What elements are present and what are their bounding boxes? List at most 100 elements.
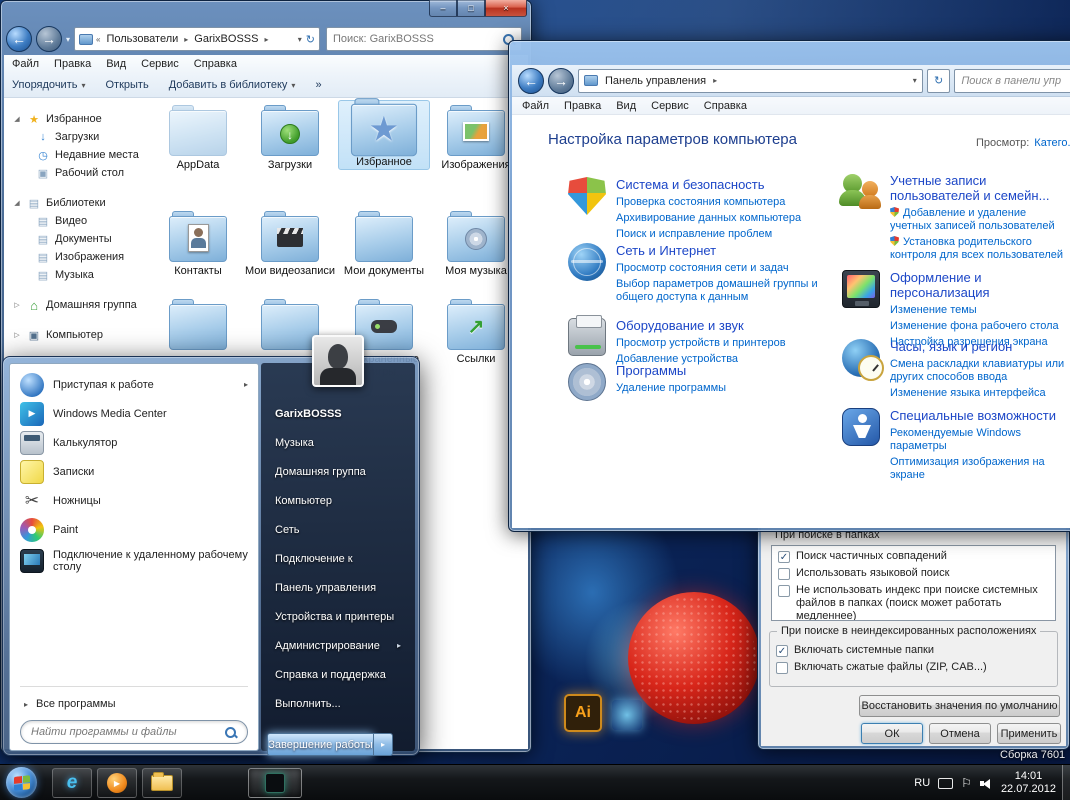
- view-by-value[interactable]: Катего...: [1034, 137, 1070, 149]
- category-link[interactable]: Проверка состояния компьютера: [616, 196, 801, 209]
- category-title[interactable]: Оформление и персонализация: [890, 270, 1068, 300]
- category-link[interactable]: Выбор параметров домашней группы и общег…: [616, 278, 826, 304]
- menu-file[interactable]: Файл: [12, 58, 39, 70]
- apply-button[interactable]: Применить: [997, 723, 1061, 744]
- sidebar-item-desktop[interactable]: ▣ Рабочий стол: [36, 164, 152, 182]
- sidebar-item-computer[interactable]: ▷ ▣ Компьютер: [12, 326, 152, 344]
- maximize-button[interactable]: □: [457, 0, 485, 17]
- start-item-sticky-notes[interactable]: Записки: [14, 457, 254, 486]
- checkbox-row-no-index[interactable]: Не использовать индекс при поиске систем…: [772, 580, 1055, 620]
- start-item-devices-printers[interactable]: Устройства и принтеры: [261, 602, 415, 631]
- category-title[interactable]: Система и безопасность: [616, 177, 801, 192]
- history-dropdown-icon[interactable]: ▾: [66, 35, 70, 44]
- breadcrumb-separator-icon[interactable]: ▸: [184, 35, 188, 44]
- all-programs-button[interactable]: ▸ Все программы: [14, 691, 254, 717]
- start-item-computer[interactable]: Компьютер: [261, 486, 415, 515]
- sidebar-item-homegroup[interactable]: ▷ ⌂ Домашняя группа: [12, 296, 152, 314]
- checkbox[interactable]: [778, 585, 790, 597]
- category-link[interactable]: Просмотр состояния сети и задач: [616, 262, 826, 275]
- sidebar-item-pictures[interactable]: ▤ Изображения: [36, 248, 152, 266]
- clock-language-icon[interactable]: [842, 339, 884, 381]
- checkbox[interactable]: ✓: [776, 645, 788, 657]
- taskbar-internet-explorer-button[interactable]: e: [52, 768, 92, 798]
- menu-edit[interactable]: Правка: [564, 100, 601, 112]
- system-security-icon[interactable]: [568, 177, 606, 215]
- menu-tools[interactable]: Сервис: [651, 100, 689, 112]
- category-link[interactable]: Рекомендуемые Windows параметры: [890, 427, 1068, 453]
- sidebar-item-favorites[interactable]: ◢ ★ Избранное: [12, 110, 152, 128]
- collapse-icon[interactable]: ◢: [12, 199, 22, 207]
- add-to-library-button[interactable]: Добавить в библиотеку ▾: [169, 79, 296, 91]
- address-bar[interactable]: « Пользователи ▸ GarixBOSSS ▸ ▾ ↻: [74, 27, 321, 51]
- folder-item-favorites[interactable]: ★ Избранное: [338, 98, 430, 170]
- menu-view[interactable]: Вид: [106, 58, 126, 70]
- menu-help[interactable]: Справка: [194, 58, 237, 70]
- toolbar-overflow-icon[interactable]: »: [315, 79, 321, 91]
- checkbox[interactable]: ✓: [778, 551, 790, 563]
- network-internet-icon[interactable]: [568, 243, 606, 281]
- category-link[interactable]: Просмотр устройств и принтеров: [616, 337, 786, 350]
- breadcrumb-control-panel[interactable]: Панель управления: [602, 75, 709, 87]
- category-title[interactable]: Оборудование и звук: [616, 318, 786, 333]
- category-link[interactable]: Добавление и удаление учетных записей по…: [890, 207, 1068, 233]
- folder-item[interactable]: [152, 298, 244, 350]
- cancel-button[interactable]: Отмена: [929, 723, 991, 744]
- taskbar-active-window-button[interactable]: [248, 768, 302, 798]
- checkbox-row-system-folders[interactable]: ✓ Включать системные папки: [770, 640, 1057, 657]
- address-dropdown-icon[interactable]: ▾: [298, 35, 302, 44]
- start-item-administration[interactable]: Администрирование ▸: [261, 631, 415, 660]
- organize-button[interactable]: Упорядочить ▾: [12, 79, 85, 91]
- address-dropdown-icon[interactable]: ▾: [913, 76, 917, 85]
- forward-button[interactable]: →: [36, 26, 62, 52]
- sidebar-item-music[interactable]: ▤ Музыка: [36, 266, 152, 284]
- sidebar-item-recent-places[interactable]: ◷ Недавние места: [36, 146, 152, 164]
- sidebar-item-videos[interactable]: ▤ Видео: [36, 212, 152, 230]
- breadcrumb-current[interactable]: GarixBOSSS: [191, 33, 261, 45]
- category-link[interactable]: Оптимизация изображения на экране: [890, 456, 1068, 482]
- search-box[interactable]: Поиск: GarixBOSSS: [326, 27, 523, 51]
- start-item-snipping-tool[interactable]: ✂ Ножницы: [14, 486, 254, 515]
- checkbox-row-language-search[interactable]: Использовать языковой поиск: [772, 563, 1055, 580]
- start-item-run[interactable]: Выполнить...: [261, 689, 415, 718]
- sidebar-item-downloads[interactable]: ↓ Загрузки: [36, 128, 152, 146]
- start-item-help-support[interactable]: Справка и поддержка: [261, 660, 415, 689]
- checkbox-row-partial-matches[interactable]: ✓ Поиск частичных совпадений: [772, 546, 1055, 563]
- hardware-sound-icon[interactable]: [568, 315, 606, 356]
- collapse-icon[interactable]: ◢: [12, 115, 22, 123]
- start-item-music[interactable]: Музыка: [261, 428, 415, 457]
- menu-tools[interactable]: Сервис: [141, 58, 179, 70]
- start-item-control-panel[interactable]: Панель управления: [261, 573, 415, 602]
- start-item-getting-started[interactable]: Приступая к работе ▸: [14, 370, 254, 399]
- refresh-button[interactable]: ↻: [926, 68, 951, 93]
- keyboard-layout-icon[interactable]: [938, 777, 954, 789]
- start-item-remote-desktop[interactable]: Подключение к удаленному рабочему столу: [14, 544, 254, 578]
- start-item-user-profile[interactable]: GarixBOSSS: [261, 399, 415, 428]
- ok-button[interactable]: ОК: [861, 723, 923, 744]
- close-button[interactable]: ×: [485, 0, 527, 17]
- folder-item-appdata[interactable]: AppData: [152, 104, 244, 172]
- checkbox[interactable]: [776, 662, 788, 674]
- minimize-button[interactable]: –: [429, 0, 457, 17]
- folder-item-videos[interactable]: Мои видеозаписи: [244, 210, 336, 278]
- refresh-icon[interactable]: ↻: [306, 33, 315, 46]
- ease-of-access-icon[interactable]: [842, 408, 880, 446]
- address-bar[interactable]: Панель управления ▸ ▾: [578, 68, 923, 93]
- category-link[interactable]: Смена раскладки клавиатуры или других сп…: [890, 358, 1068, 384]
- checkbox[interactable]: [778, 568, 790, 580]
- start-item-windows-media-center[interactable]: ▶ Windows Media Center: [14, 399, 254, 428]
- shutdown-options-arrow[interactable]: ▸: [373, 733, 393, 756]
- restore-defaults-button[interactable]: Восстановить значения по умолчанию: [859, 695, 1060, 717]
- folder-item-contacts[interactable]: Контакты: [152, 210, 244, 278]
- breadcrumb-separator-icon[interactable]: ▸: [264, 35, 268, 44]
- back-button[interactable]: ←: [6, 26, 32, 52]
- show-desktop-button[interactable]: [1062, 765, 1070, 800]
- appearance-icon[interactable]: [842, 270, 880, 308]
- forward-button[interactable]: →: [548, 67, 574, 94]
- tray-clock[interactable]: 14:01 22.07.2012: [1001, 770, 1056, 796]
- taskbar-media-player-button[interactable]: ▶: [97, 768, 137, 798]
- start-item-paint[interactable]: Paint: [14, 515, 254, 544]
- back-button[interactable]: ←: [518, 67, 544, 94]
- menu-file[interactable]: Файл: [522, 100, 549, 112]
- open-button[interactable]: Открыть: [105, 79, 148, 91]
- category-link[interactable]: Удаление программы: [616, 382, 726, 395]
